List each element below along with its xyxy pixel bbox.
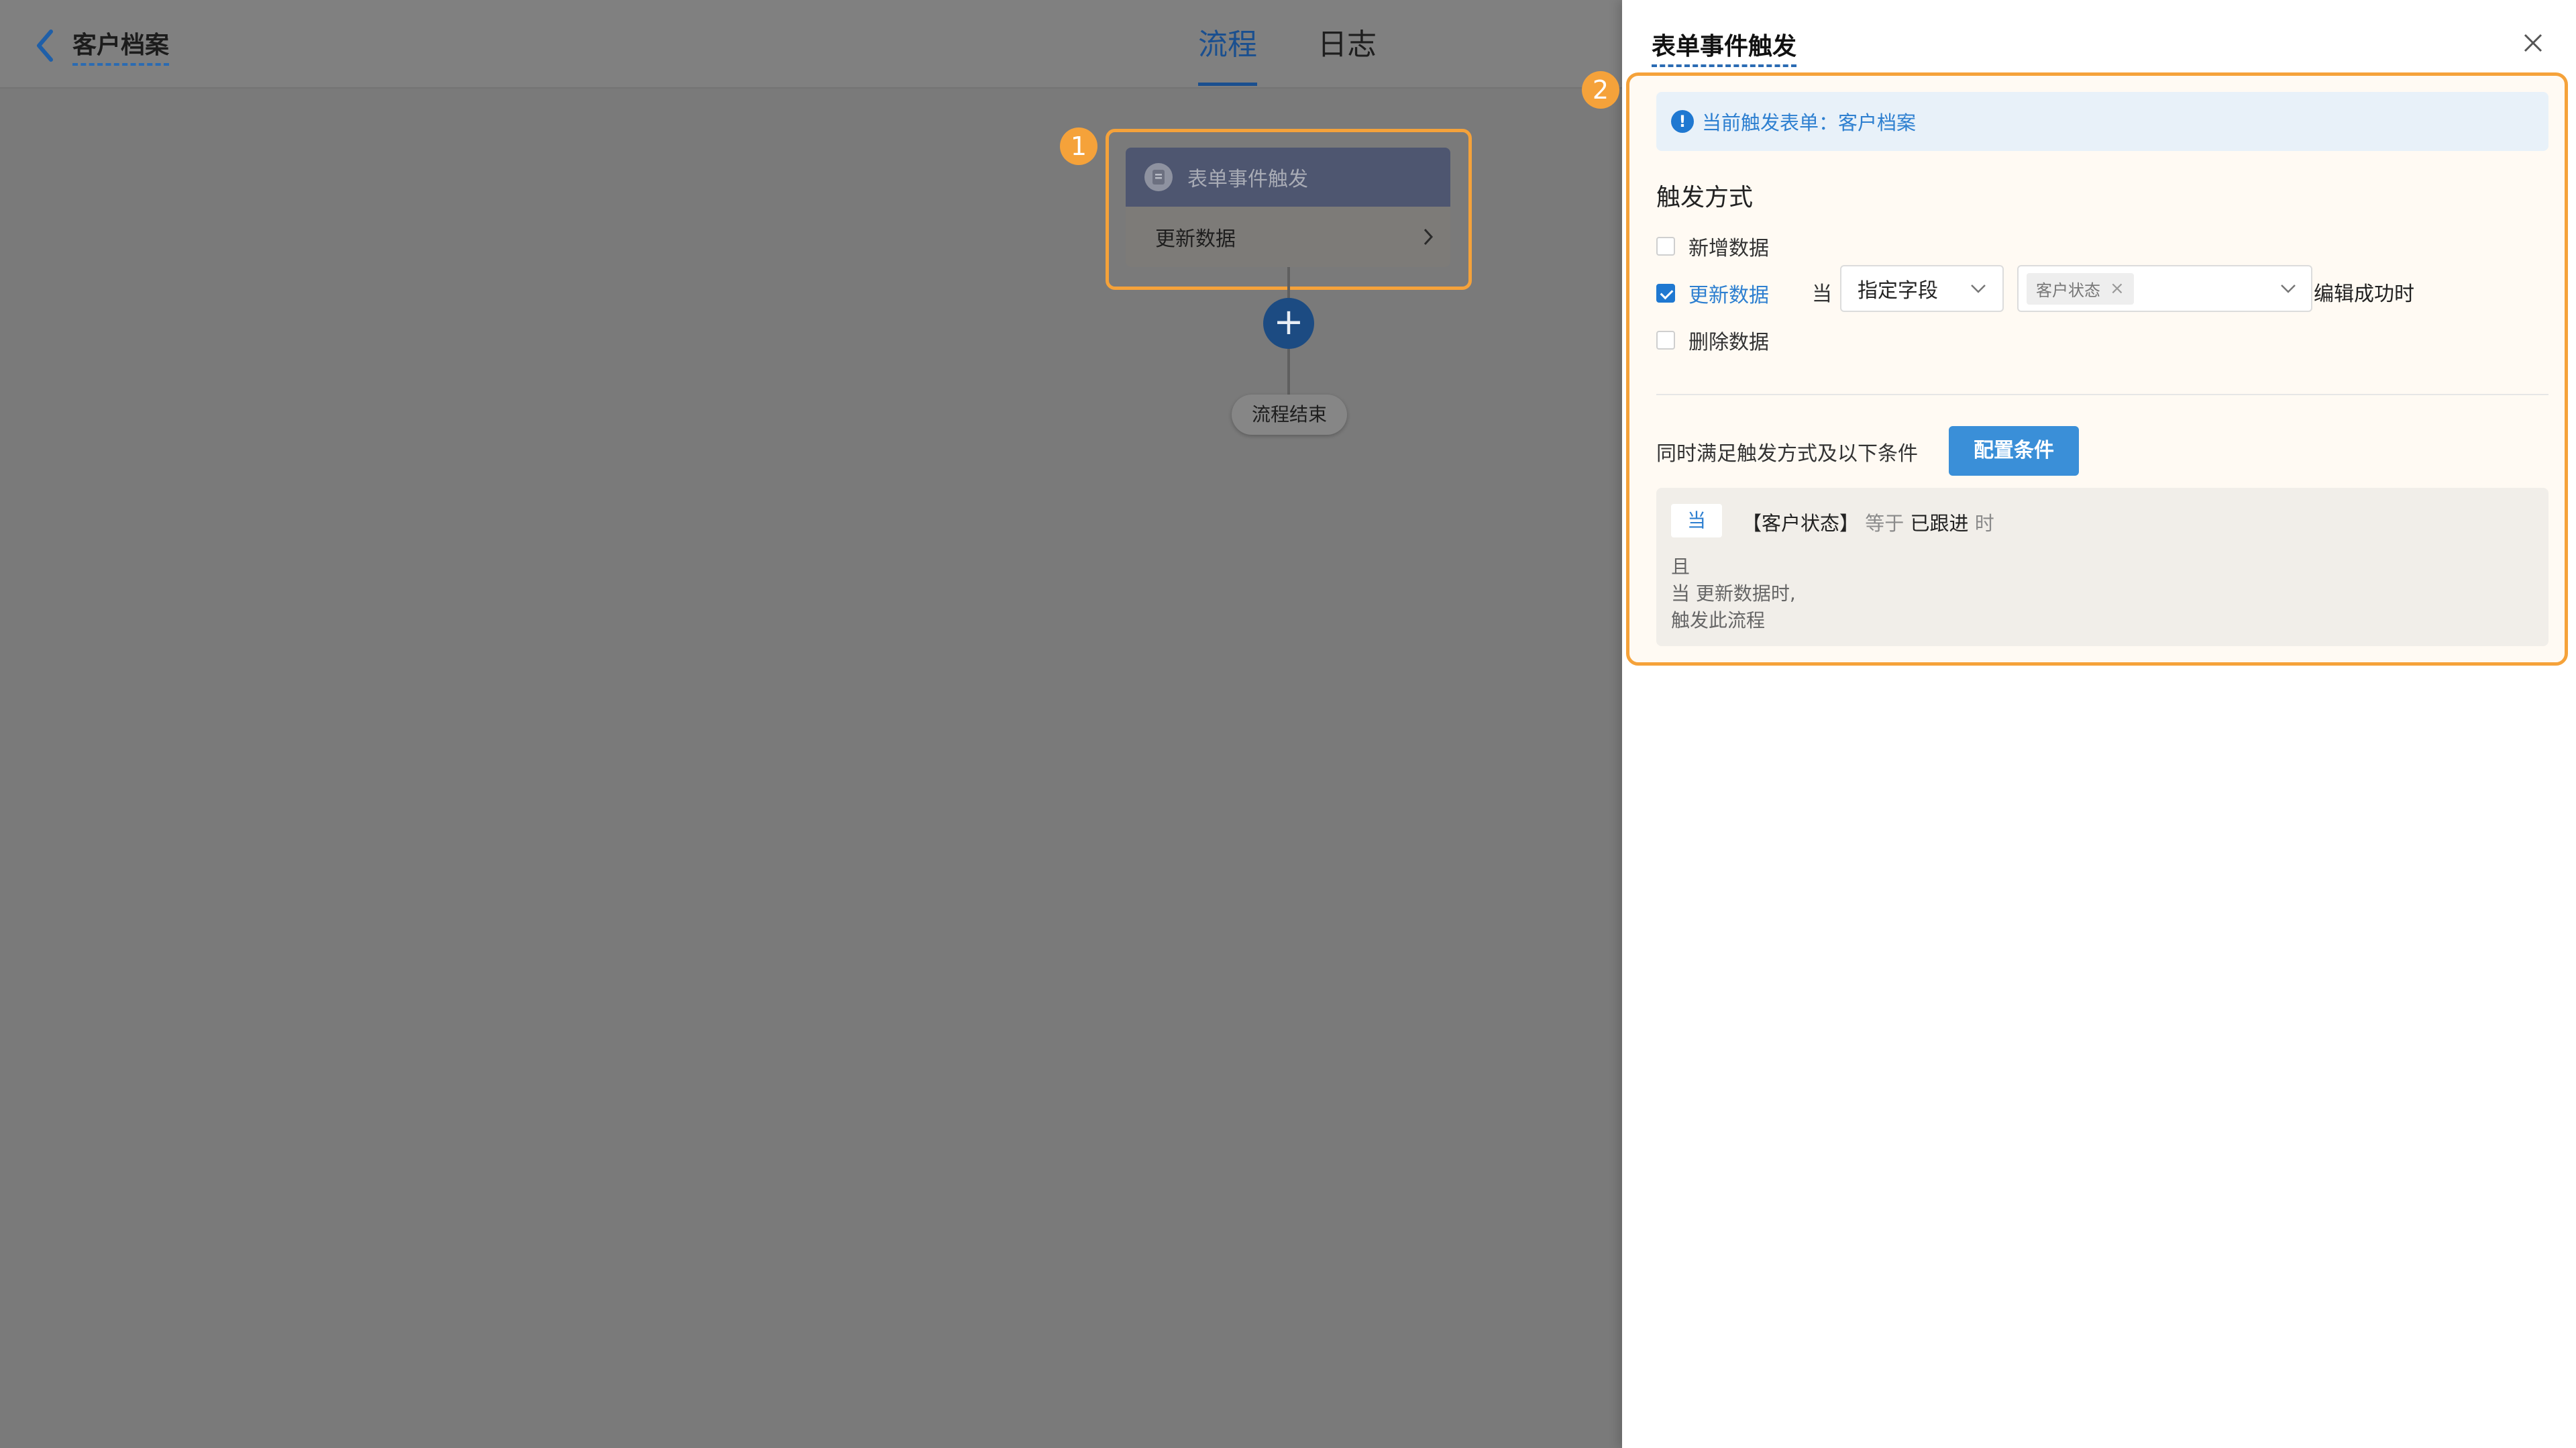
trigger-node-header: 表单事件触发 [1126,148,1450,207]
add-step-button[interactable]: + [1263,298,1314,349]
chevron-down-icon [2281,285,2296,293]
checkbox-delete-data[interactable] [1656,331,1675,350]
chevron-right-icon [1424,228,1434,246]
condition-operator: 等于 [1865,512,1904,535]
trigger-config-panel: ! 当前触发表单：客户档案 触发方式 新增数据 更新数据 删除数据 当 指定字段… [1626,72,2568,666]
condition-value: 已跟进 [1910,512,1969,535]
condition-trigger-line: 当 更新数据时, [1671,582,1796,605]
trigger-node-subtitle: 更新数据 [1155,227,1236,251]
flow-connector [1287,267,1290,298]
when-label: 当 [1812,282,1832,306]
flow-canvas: 客户档案 流程 日志 1 表单事件触发 更新数据 + 流程结束 [0,0,1622,1448]
info-banner: ! 当前触发表单：客户档案 [1656,92,2548,151]
flow-connector [1287,349,1290,395]
tab-log[interactable]: 日志 [1318,21,1377,86]
close-icon[interactable] [2517,27,2549,59]
condition-result-line: 触发此流程 [1671,609,1766,631]
condition-summary: 当 【客户状态】 等于 已跟进 时 且 当 更新数据时, 触发此流程 [1656,488,2548,646]
option-delete-data[interactable]: 删除数据 [1656,325,1769,355]
trigger-node-title: 表单事件触发 [1187,168,1308,191]
flow-end-label: 流程结束 [1232,395,1347,435]
field-tag-label: 客户状态 [2036,280,2100,300]
tab-flow[interactable]: 流程 [1198,21,1257,86]
trigger-method-label: 触发方式 [1656,184,1754,211]
field-mode-select[interactable]: 指定字段 [1840,265,2004,312]
checkbox-add-data[interactable] [1656,237,1675,256]
option-label: 新增数据 [1688,237,1769,260]
option-label: 删除数据 [1688,331,1769,354]
remove-tag-icon[interactable]: × [2110,278,2125,299]
field-multi-select[interactable]: 客户状态 × [2017,265,2312,312]
option-label: 更新数据 [1688,284,1769,307]
trigger-node-body: 更新数据 [1126,207,1450,267]
drawer-title: 表单事件触发 [1652,27,1797,67]
form-icon [1144,163,1173,191]
configure-conditions-button[interactable]: 配置条件 [1949,426,2079,476]
info-text: 当前触发表单：客户档案 [1702,111,1917,134]
edit-success-label: 编辑成功时 [2314,282,2414,306]
top-bar: 客户档案 流程 日志 [0,0,1622,89]
field-tag: 客户状态 × [2027,272,2134,305]
field-mode-value: 指定字段 [1858,279,1938,303]
chevron-down-icon [1971,285,1986,293]
divider [1656,394,2548,395]
condition-and: 且 [1671,556,1690,578]
info-icon: ! [1671,110,1694,133]
condition-suffix: 时 [1974,512,1994,535]
when-chip: 当 [1671,504,1722,537]
condition-line: 【客户状态】 等于 已跟进 时 [1742,508,1994,536]
trigger-settings-drawer: 表单事件触发 2 ! 当前触发表单：客户档案 触发方式 新增数据 更新数据 删除… [1582,0,2576,1448]
trigger-node[interactable]: 表单事件触发 更新数据 [1126,148,1450,267]
step-badge-2: 2 [1582,71,1619,109]
condition-field: 【客户状态】 [1742,512,1860,535]
condition-label: 同时满足触发方式及以下条件 [1656,442,1918,466]
page-title: 客户档案 [72,25,170,66]
option-update-data[interactable]: 更新数据 [1656,278,1769,308]
checkbox-update-data[interactable] [1656,284,1675,303]
back-button[interactable]: 客户档案 [32,25,170,66]
view-tabs: 流程 日志 [1198,21,1377,86]
chevron-left-icon [37,30,53,62]
option-add-data[interactable]: 新增数据 [1656,231,1769,261]
step-badge-1: 1 [1060,127,1097,165]
